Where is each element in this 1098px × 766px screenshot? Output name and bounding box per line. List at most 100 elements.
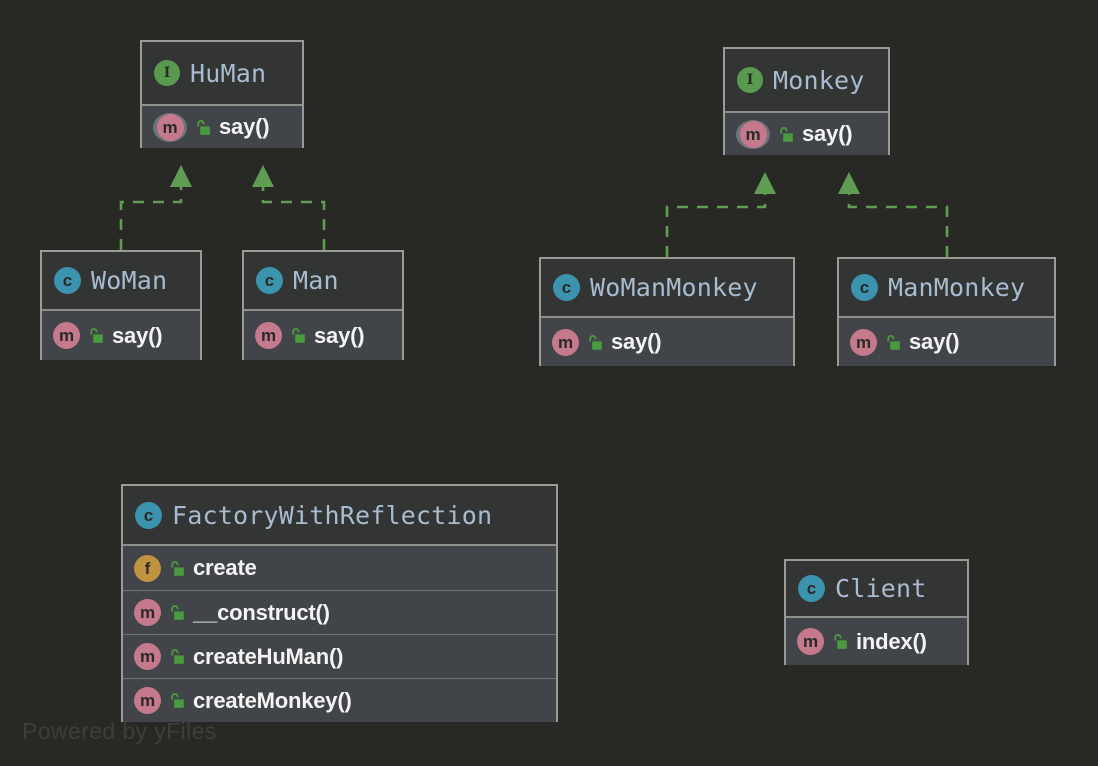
- unlock-icon: [171, 693, 184, 708]
- class-name-human: HuMan: [190, 58, 267, 88]
- members-compartment-woman: m say(): [42, 309, 200, 360]
- member-name: createHuMan(): [193, 643, 344, 669]
- uml-class-node-woman[interactable]: c WoMan m say(): [40, 250, 202, 360]
- edge-line: [119, 183, 183, 250]
- class-header-factory[interactable]: c FactoryWithReflection: [123, 486, 556, 544]
- field-badge-icon: f: [134, 554, 161, 582]
- diagram-canvas: I HuMan m say() I Monkey m say() c WoMan m say() c Ma…: [0, 0, 1098, 766]
- edge-line: [665, 190, 767, 257]
- class-name-factory: FactoryWithReflection: [172, 500, 493, 530]
- edge-line: [261, 183, 326, 250]
- member-name: say(): [909, 329, 960, 354]
- abstract-method-badge-icon: m: [153, 112, 187, 142]
- class-badge-icon: c: [54, 267, 81, 294]
- class-header-monkey[interactable]: I Monkey: [725, 49, 888, 111]
- unlock-icon: [197, 119, 210, 135]
- method-badge-icon: m: [850, 328, 877, 356]
- member-name: say(): [314, 322, 365, 348]
- realization-arrowhead-icon: [838, 172, 860, 194]
- member-name: say(): [611, 329, 662, 354]
- members-compartment-client: m index(): [786, 616, 967, 665]
- uml-class-node-man[interactable]: c Man m say(): [242, 250, 404, 360]
- realization-arrowhead-icon: [170, 165, 192, 187]
- member-row[interactable]: m index(): [786, 618, 967, 665]
- member-row[interactable]: m say(): [839, 318, 1054, 366]
- members-compartment-womanmonkey: m say(): [541, 316, 793, 366]
- member-row[interactable]: m say(): [725, 113, 888, 155]
- interface-badge-icon: I: [737, 67, 763, 93]
- yfiles-watermark: Powered by yFiles: [22, 718, 217, 744]
- class-header-womanmonkey[interactable]: c WoManMonkey: [541, 259, 793, 316]
- uml-class-node-manmonkey[interactable]: c ManMonkey m say(): [837, 257, 1056, 366]
- method-badge-icon: m: [53, 322, 80, 349]
- member-row[interactable]: m say(): [42, 311, 200, 360]
- method-badge-icon: m: [134, 643, 161, 670]
- unlock-icon: [171, 605, 184, 620]
- member-name: say(): [112, 322, 163, 348]
- edge-womanmonkey-implements-monkey: [665, 172, 776, 257]
- unlock-icon: [292, 328, 305, 343]
- uml-class-node-human[interactable]: I HuMan m say(): [140, 40, 304, 148]
- unlock-icon: [834, 634, 847, 649]
- method-badge-icon: m: [134, 599, 161, 626]
- members-compartment-human: m say(): [142, 104, 302, 148]
- uml-class-node-womanmonkey[interactable]: c WoManMonkey m say(): [539, 257, 795, 366]
- method-badge-icon: m: [739, 120, 767, 148]
- class-header-human[interactable]: I HuMan: [142, 42, 302, 104]
- class-header-manmonkey[interactable]: c ManMonkey: [839, 259, 1054, 316]
- member-row[interactable]: m say(): [142, 106, 302, 148]
- member-name: index(): [856, 628, 927, 654]
- edge-line: [847, 190, 949, 257]
- class-header-client[interactable]: c Client: [786, 561, 967, 616]
- member-row[interactable]: m createHuMan(): [123, 634, 556, 678]
- class-badge-icon: c: [135, 501, 162, 529]
- realization-arrowhead-icon: [252, 165, 274, 187]
- members-compartment-manmonkey: m say(): [839, 316, 1054, 366]
- class-header-man[interactable]: c Man: [244, 252, 402, 309]
- member-name: say(): [219, 114, 270, 139]
- method-badge-icon: m: [552, 328, 579, 356]
- class-badge-icon: c: [798, 575, 825, 602]
- member-row[interactable]: m __construct(): [123, 590, 556, 634]
- uml-class-node-factory[interactable]: c FactoryWithReflection f create m __construc…: [121, 484, 558, 722]
- class-badge-icon: c: [851, 274, 878, 301]
- realization-arrowhead-icon: [754, 172, 776, 194]
- unlock-icon: [780, 126, 793, 142]
- member-name: create: [193, 555, 257, 580]
- edge-manmonkey-implements-monkey: [838, 172, 949, 257]
- member-name: __construct(): [193, 599, 330, 625]
- uml-class-node-monkey[interactable]: I Monkey m say(): [723, 47, 890, 155]
- unlock-icon: [171, 560, 184, 576]
- method-badge-icon: m: [156, 113, 184, 141]
- edge-man-implements-human: [252, 165, 326, 250]
- class-name-man: Man: [293, 266, 339, 295]
- member-name: say(): [802, 121, 853, 146]
- unlock-icon: [887, 334, 900, 350]
- class-name-monkey: Monkey: [773, 65, 865, 95]
- member-name: createMonkey(): [193, 687, 352, 713]
- edge-woman-implements-human: [119, 165, 192, 250]
- uml-class-node-client[interactable]: c Client m index(): [784, 559, 969, 665]
- interface-badge-icon: I: [154, 60, 180, 86]
- method-badge-icon: m: [134, 687, 161, 714]
- member-row[interactable]: m say(): [244, 311, 402, 360]
- class-header-woman[interactable]: c WoMan: [42, 252, 200, 309]
- member-row[interactable]: f create: [123, 546, 556, 590]
- method-badge-icon: m: [255, 322, 282, 349]
- unlock-icon: [589, 334, 602, 350]
- class-badge-icon: c: [256, 267, 283, 294]
- member-row[interactable]: m createMonkey(): [123, 678, 556, 722]
- unlock-icon: [90, 328, 103, 343]
- method-badge-icon: m: [797, 628, 824, 655]
- abstract-method-badge-icon: m: [736, 119, 770, 149]
- member-row[interactable]: m say(): [541, 318, 793, 366]
- class-name-womanmonkey: WoManMonkey: [590, 273, 758, 302]
- class-name-woman: WoMan: [91, 266, 168, 295]
- members-compartment-factory: f create m __construct() m createHuMan() m crea…: [123, 544, 556, 722]
- members-compartment-man: m say(): [244, 309, 402, 360]
- class-badge-icon: c: [553, 274, 580, 301]
- unlock-icon: [171, 649, 184, 664]
- members-compartment-monkey: m say(): [725, 111, 888, 155]
- class-name-client: Client: [835, 574, 927, 603]
- class-name-manmonkey: ManMonkey: [888, 273, 1026, 302]
